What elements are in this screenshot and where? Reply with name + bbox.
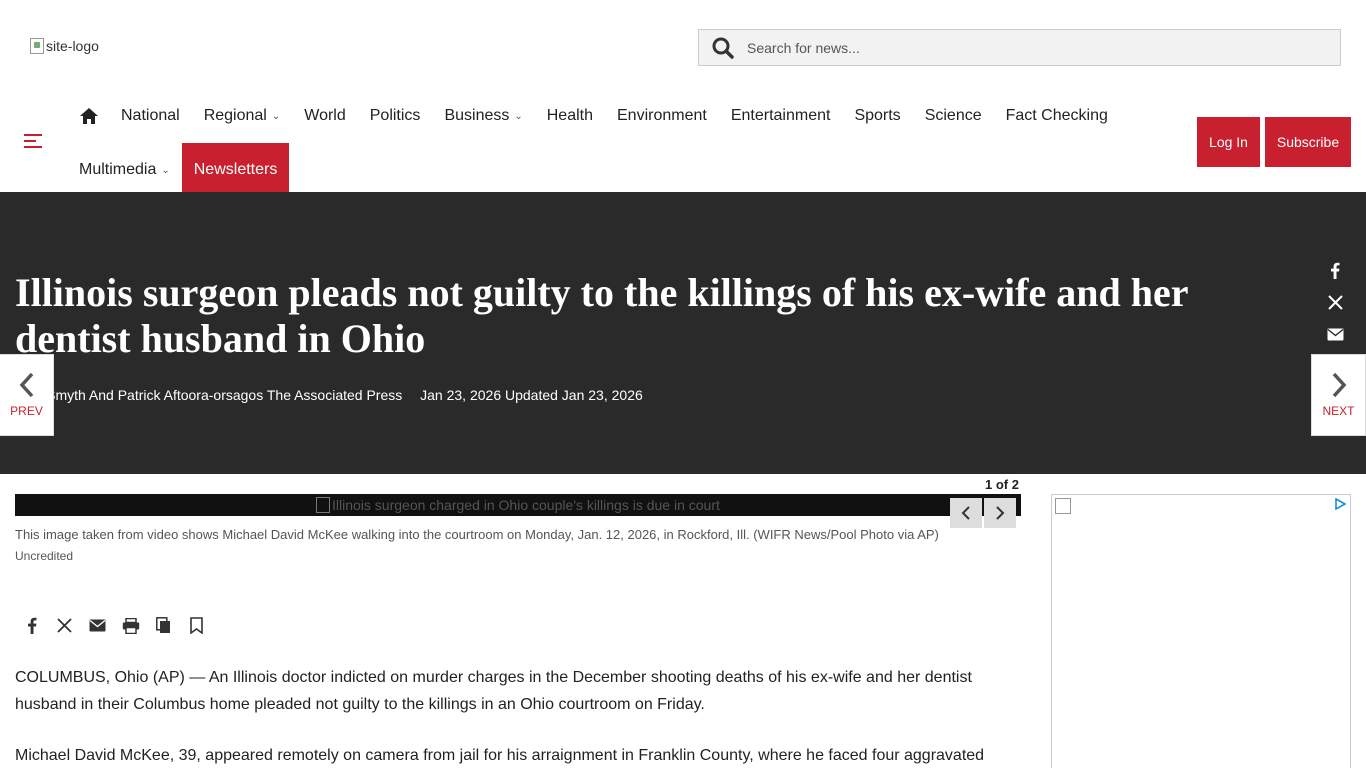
gallery-prev-button[interactable] <box>950 498 982 528</box>
facebook-icon[interactable] <box>22 616 41 635</box>
advertisement[interactable] <box>1051 494 1351 768</box>
nav-world[interactable]: World <box>292 93 358 139</box>
nav-politics[interactable]: Politics <box>358 93 433 139</box>
nav-national[interactable]: National <box>109 93 192 139</box>
prev-article-button[interactable]: PREV <box>0 354 54 436</box>
next-label: NEXT <box>1322 404 1355 418</box>
facebook-icon[interactable] <box>1326 262 1344 295</box>
chevron-right-icon <box>996 506 1005 520</box>
menu-icon[interactable] <box>24 134 42 150</box>
article-byline: Carr Smyth And Patrick Aftoora-orsagos T… <box>15 387 643 403</box>
chevron-right-icon <box>1332 372 1346 398</box>
email-icon[interactable] <box>88 616 107 635</box>
author-names[interactable]: Carr Smyth And Patrick Aftoora-orsagos T… <box>15 387 402 403</box>
image-credit: Uncredited <box>15 549 74 563</box>
gallery-image: Illinois surgeon charged in Ohio couple'… <box>316 497 720 513</box>
article-tools <box>22 616 206 635</box>
broken-image-icon <box>316 497 330 513</box>
photo-gallery[interactable]: Illinois surgeon charged in Ohio couple'… <box>15 494 1021 528</box>
share-sidebar <box>1326 262 1344 361</box>
gallery-image-alt: Illinois surgeon charged in Ohio couple'… <box>332 497 720 513</box>
search-icon[interactable] <box>699 37 747 59</box>
chevron-down-icon: ⌄ <box>514 110 523 122</box>
site-logo-alt: site-logo <box>46 38 99 54</box>
article-paragraph: COLUMBUS, Ohio (AP) — An Illinois doctor… <box>15 669 972 713</box>
search-input[interactable] <box>747 39 1307 56</box>
nav-entertainment[interactable]: Entertainment <box>719 93 843 139</box>
prev-label: PREV <box>10 404 43 418</box>
copy-icon[interactable] <box>154 616 173 635</box>
nav-environment[interactable]: Environment <box>605 93 719 139</box>
adchoices-icon[interactable] <box>1334 497 1347 515</box>
chevron-down-icon: ⌄ <box>161 164 170 176</box>
bookmark-icon[interactable] <box>187 616 206 635</box>
nav-regional[interactable]: Regional ⌄ <box>192 93 293 139</box>
gallery-next-button[interactable] <box>984 498 1016 528</box>
article-dates: Jan 23, 2026 Updated Jan 23, 2026 <box>420 387 643 403</box>
main-nav: National Regional ⌄ World Politics Busine… <box>69 93 1129 197</box>
image-caption: This image taken from video shows Michae… <box>15 527 939 542</box>
article-hero: Illinois surgeon pleads not guilty to th… <box>0 192 1366 474</box>
subscribe-button[interactable]: Subscribe <box>1265 117 1351 167</box>
nav-home[interactable] <box>69 93 109 139</box>
gallery-count: 1 of 2 <box>985 477 1019 492</box>
chevron-left-icon <box>19 372 33 398</box>
nav-newsletters[interactable]: Newsletters <box>181 143 290 197</box>
nav-fact-checking[interactable]: Fact Checking <box>994 93 1120 139</box>
broken-image-icon <box>30 38 44 54</box>
search-bar[interactable] <box>698 29 1341 66</box>
article-paragraph: Michael David McKee, 39, appeared remote… <box>15 747 985 764</box>
nav-health[interactable]: Health <box>535 93 605 139</box>
nav-multimedia[interactable]: Multimedia ⌄ <box>69 143 182 197</box>
login-button[interactable]: Log In <box>1197 117 1260 167</box>
site-logo[interactable]: site-logo <box>30 38 99 54</box>
nav-sports[interactable]: Sports <box>842 93 912 139</box>
next-article-button[interactable]: NEXT <box>1311 354 1366 436</box>
nav-business[interactable]: Business ⌄ <box>432 93 534 139</box>
chevron-down-icon: ⌄ <box>271 110 281 122</box>
x-icon[interactable] <box>1326 295 1344 328</box>
chevron-left-icon <box>961 506 970 520</box>
print-icon[interactable] <box>121 616 140 635</box>
article-headline: Illinois surgeon pleads not guilty to th… <box>15 270 1188 361</box>
x-icon[interactable] <box>55 616 74 635</box>
broken-image-icon <box>1055 498 1071 514</box>
home-icon <box>80 108 98 124</box>
nav-science[interactable]: Science <box>913 93 994 139</box>
